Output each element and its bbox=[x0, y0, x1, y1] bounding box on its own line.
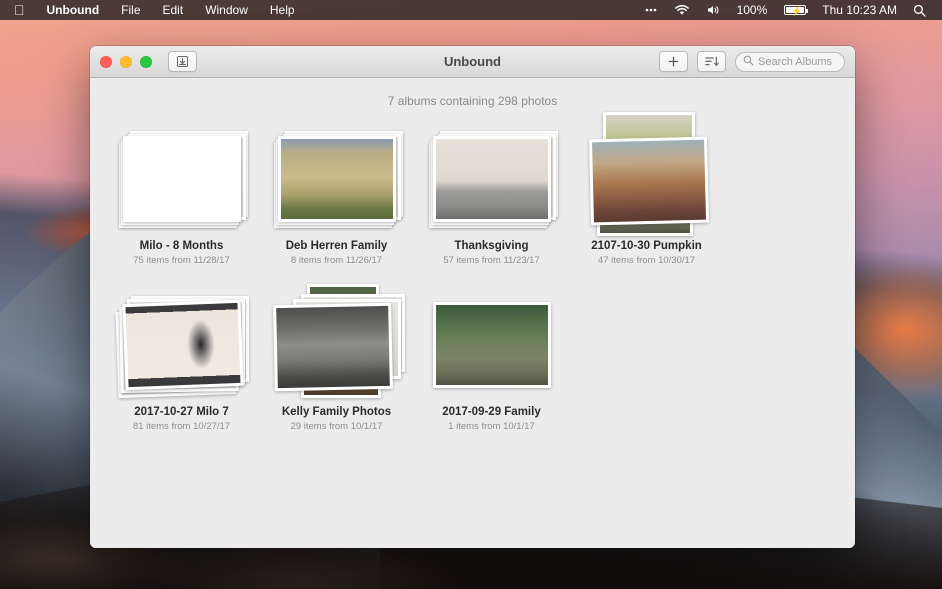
menubar-clock[interactable]: Thu 10:23 AM bbox=[814, 0, 905, 20]
import-icon[interactable] bbox=[168, 51, 197, 72]
menu-item-window[interactable]: Window bbox=[194, 0, 259, 20]
menu-item-file[interactable]: File bbox=[110, 0, 151, 20]
search-placeholder: Search Albums bbox=[758, 56, 832, 68]
album-subtitle: 8 items from 11/26/17 bbox=[291, 255, 382, 266]
albums-content-area: 7 albums containing 298 photos Milo - 8 … bbox=[90, 78, 855, 548]
minimize-button[interactable] bbox=[120, 56, 132, 68]
menu-bar:  Unbound File Edit Window Help bbox=[0, 0, 942, 20]
album-title: Milo - 8 Months bbox=[140, 240, 224, 252]
album-item[interactable]: Deb Herren Family 8 items from 11/26/17 bbox=[259, 124, 414, 266]
add-album-button[interactable] bbox=[659, 51, 688, 72]
battery-charging-icon[interactable]: ⚡ bbox=[775, 5, 814, 15]
battery-percent-label: 100% bbox=[729, 0, 776, 20]
album-item[interactable]: 2107-10-30 Pumpkin 47 items from 10/30/17 bbox=[569, 124, 724, 266]
album-thumbnail-stack[interactable] bbox=[422, 124, 562, 234]
album-subtitle: 1 items from 10/1/17 bbox=[448, 421, 535, 432]
album-thumbnail-stack[interactable] bbox=[112, 290, 252, 400]
menu-item-app[interactable]: Unbound bbox=[36, 0, 111, 20]
apple-menu-icon[interactable]:  bbox=[8, 0, 36, 20]
album-photo-image bbox=[125, 303, 240, 387]
album-photo-image bbox=[276, 306, 390, 388]
album-count-summary: 7 albums containing 298 photos bbox=[90, 94, 855, 108]
search-icon bbox=[743, 55, 754, 69]
album-photo-card bbox=[433, 136, 551, 222]
album-photo-image bbox=[592, 140, 706, 223]
menu-item-help[interactable]: Help bbox=[259, 0, 306, 20]
album-subtitle: 47 items from 10/30/17 bbox=[598, 255, 695, 266]
ellipsis-icon[interactable] bbox=[636, 4, 666, 16]
sort-descending-icon[interactable] bbox=[697, 51, 726, 72]
album-title: Deb Herren Family bbox=[286, 240, 388, 252]
window-titlebar[interactable]: Unbound bbox=[90, 46, 855, 78]
album-photo-card bbox=[122, 300, 243, 390]
album-item[interactable]: Thanksgiving 57 items from 11/23/17 bbox=[414, 124, 569, 266]
unbound-window: Unbound bbox=[90, 46, 855, 548]
album-title: Kelly Family Photos bbox=[282, 406, 391, 418]
album-item[interactable]: Kelly Family Photos 29 items from 10/1/17 bbox=[259, 290, 414, 432]
album-thumbnail-stack[interactable] bbox=[422, 290, 562, 400]
album-item[interactable]: Milo - 8 Months 75 items from 11/28/17 bbox=[104, 124, 259, 266]
album-subtitle: 29 items from 10/1/17 bbox=[291, 421, 383, 432]
album-thumbnail-stack[interactable] bbox=[267, 124, 407, 234]
album-subtitle: 81 items from 10/27/17 bbox=[133, 421, 230, 432]
spotlight-search-icon[interactable] bbox=[905, 4, 934, 17]
album-thumbnail-stack[interactable] bbox=[267, 290, 407, 400]
album-title: 2017-10-27 Milo 7 bbox=[134, 406, 229, 418]
close-button[interactable] bbox=[100, 56, 112, 68]
menu-item-edit[interactable]: Edit bbox=[152, 0, 195, 20]
album-subtitle: 75 items from 11/28/17 bbox=[133, 255, 229, 266]
albums-grid: Milo - 8 Months 75 items from 11/28/17 Deb… bbox=[90, 124, 855, 456]
desktop-wallpaper:  Unbound File Edit Window Help bbox=[0, 0, 942, 589]
album-photo-card bbox=[123, 136, 241, 222]
album-photo-image bbox=[436, 305, 548, 385]
album-photo-card bbox=[433, 302, 551, 388]
album-item[interactable]: 2017-09-29 Family 1 items from 10/1/17 bbox=[414, 290, 569, 432]
album-title: 2017-09-29 Family bbox=[442, 406, 540, 418]
volume-icon[interactable] bbox=[698, 4, 729, 16]
album-photo-card bbox=[588, 137, 708, 226]
maximize-button[interactable] bbox=[140, 56, 152, 68]
album-photo-image bbox=[436, 139, 548, 219]
wifi-icon[interactable] bbox=[666, 4, 698, 16]
traffic-light-group bbox=[100, 56, 152, 68]
album-photo-card bbox=[278, 136, 396, 222]
album-photo-image bbox=[281, 139, 393, 219]
album-thumbnail-stack[interactable] bbox=[112, 124, 252, 234]
album-thumbnail-stack[interactable] bbox=[577, 124, 717, 234]
album-subtitle: 57 items from 11/23/17 bbox=[443, 255, 539, 266]
album-title: Thanksgiving bbox=[454, 240, 528, 252]
album-item[interactable]: 2017-10-27 Milo 7 81 items from 10/27/17 bbox=[104, 290, 259, 432]
album-title: 2107-10-30 Pumpkin bbox=[591, 240, 702, 252]
search-input[interactable]: Search Albums bbox=[735, 52, 845, 72]
album-photo-image bbox=[126, 139, 238, 219]
album-photo-card bbox=[273, 303, 393, 391]
